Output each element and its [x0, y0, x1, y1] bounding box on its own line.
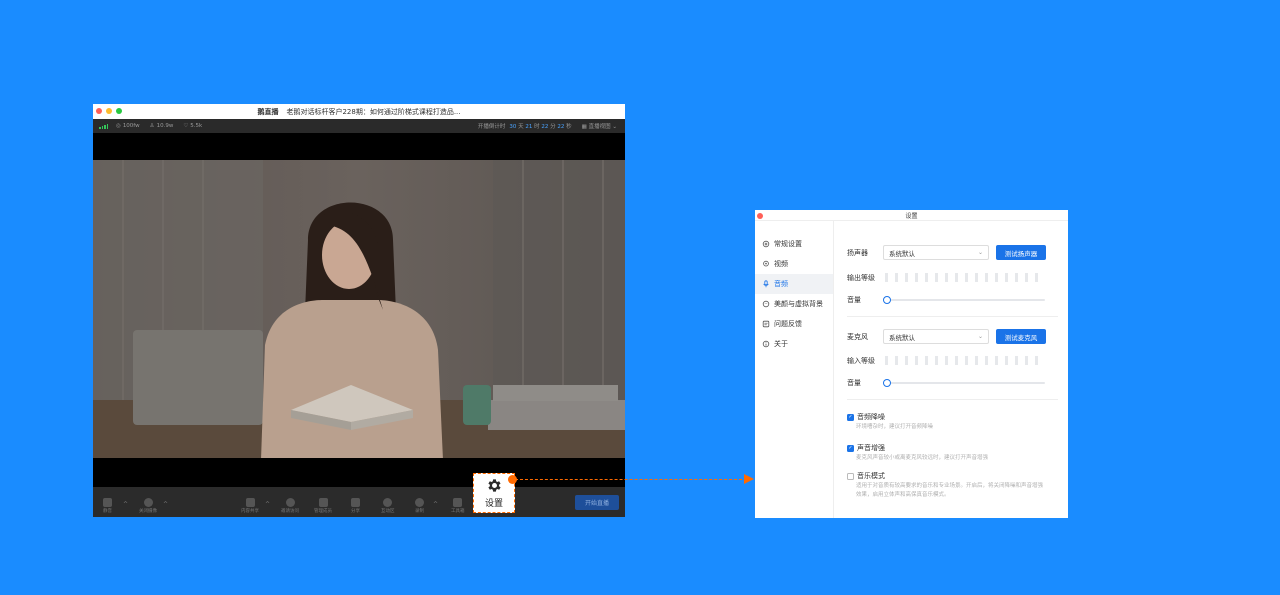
speaker-label: 扬声器	[847, 249, 868, 257]
mic-select[interactable]: 系统默认 ⌄	[883, 329, 989, 344]
mute-button[interactable]: 静音	[103, 498, 112, 514]
layout-icon: ▦	[581, 124, 587, 130]
record-button[interactable]: 录制	[415, 498, 424, 514]
viewers-icon: ♙	[149, 123, 155, 129]
nav-feedback[interactable]: 问题反馈	[755, 314, 833, 334]
manage-members-button[interactable]: 管理成员	[314, 498, 332, 514]
viewers-stat: ♙ 10.9w	[149, 123, 174, 129]
settings-dialog: 设置 常规设置 视频 音频 美颜与虚拟背景 问题反馈 关于 扬声器 系统默认 ⌄…	[755, 210, 1068, 518]
nav-general[interactable]: 常规设置	[755, 234, 833, 254]
output-level-label: 输出等级	[847, 274, 875, 282]
camera-options-caret[interactable]: ^	[163, 501, 168, 508]
dialog-title: 设置	[905, 212, 918, 220]
content-share-button[interactable]: 内容共享	[241, 498, 259, 514]
output-level-meter	[885, 273, 1038, 282]
section-divider	[847, 399, 1058, 400]
camera-icon	[763, 260, 769, 267]
speaker-volume-slider[interactable]	[883, 296, 1045, 304]
section-divider	[847, 316, 1058, 317]
close-dialog-button[interactable]	[757, 213, 763, 219]
noise-reduction-desc: 环境嘈杂时，建议打开音频降噪	[856, 424, 934, 430]
screen-share-icon	[245, 498, 255, 507]
close-window-button[interactable]	[96, 108, 102, 114]
like-icon: ♡	[183, 123, 189, 129]
slider-handle[interactable]	[883, 296, 891, 304]
window-title: 老鹅对话标杆客户228期：如何通过阶梯式课程打造品...	[286, 107, 461, 116]
nav-video[interactable]: 视频	[755, 254, 833, 274]
gear-icon	[487, 479, 501, 492]
checkmark-icon: ✓	[847, 413, 854, 421]
maximize-window-button[interactable]	[116, 108, 122, 114]
gear-icon	[762, 240, 770, 248]
arrow-right-icon	[744, 474, 754, 484]
mic-label: 麦克风	[847, 333, 868, 341]
camera-button[interactable]: 关闭摄像	[139, 498, 157, 514]
toolbox-icon	[453, 498, 463, 507]
window-titlebar: 鹅直播 老鹅对话标杆客户228期：如何通过阶梯式课程打造品...	[93, 104, 625, 119]
voice-enhance-desc: 麦克风声音较小或离麦克风较远时，建议打开声音增强	[856, 455, 989, 461]
bottom-toolbar: 静音 ^ 关闭摄像 ^ 内容共享 ^ 邀请访问 管理成员 分享 互动区 录制 ^…	[93, 487, 625, 517]
speaker-volume-label: 音量	[847, 296, 861, 304]
settings-sidebar: 常规设置 视频 音频 美颜与虚拟背景 问题反馈 关于	[755, 221, 834, 518]
share-arrow-icon	[351, 498, 360, 507]
audio-settings-panel: 扬声器 系统默认 ⌄ 测试扬声器 输出等级 音量 麦克风 系统默认 ⌄ 测试麦克…	[835, 221, 1068, 518]
likes-stat: ♡ 5.5k	[183, 123, 203, 129]
countdown-timer: 30 天 21 时 22 分 22 秒	[509, 124, 572, 130]
countdown-label: 开播倒计时	[477, 124, 506, 130]
chevron-down-icon: ⌄	[977, 333, 983, 340]
toolbox-button[interactable]: 工具箱	[451, 498, 465, 514]
live-window: 鹅直播 老鹅对话标杆客户228期：如何通过阶梯式课程打造品... ◎ 100fw …	[93, 104, 625, 517]
connector-line	[515, 479, 747, 480]
checkmark-icon: ✓	[847, 444, 854, 452]
mute-options-caret[interactable]: ^	[123, 501, 128, 508]
feedback-icon	[762, 320, 770, 328]
chat-icon	[383, 498, 393, 507]
window-controls	[96, 108, 122, 114]
app-name: 鹅直播	[257, 107, 279, 116]
interaction-button[interactable]: 互动区	[381, 498, 395, 514]
input-level-meter	[885, 356, 1038, 365]
share-options-caret[interactable]: ^	[265, 501, 270, 508]
speaker-select[interactable]: 系统默认 ⌄	[883, 245, 989, 260]
record-options-caret[interactable]: ^	[433, 501, 438, 508]
chevron-down-icon: ⌄	[977, 249, 983, 256]
status-right: 开播倒计时 30 天 21 时 22 分 22 秒 ▦ 直播视图 ⌄	[478, 122, 617, 130]
minimize-window-button[interactable]	[106, 108, 112, 114]
chevron-down-icon: ⌄	[612, 124, 617, 130]
input-level-label: 输入等级	[847, 357, 875, 365]
distribute-button[interactable]: 分享	[351, 498, 360, 514]
speed-stat: ◎ 100fw	[116, 123, 140, 129]
slider-handle[interactable]	[883, 379, 891, 387]
presenter-video-image	[93, 160, 625, 458]
user-icon	[285, 498, 295, 507]
video-preview	[93, 160, 625, 458]
mic-volume-label: 音量	[847, 379, 861, 387]
dialog-titlebar: 设置	[755, 210, 1068, 221]
layout-selector[interactable]: ▦ 直播视图 ⌄	[582, 122, 617, 130]
mic-icon	[103, 498, 112, 507]
test-speaker-button[interactable]: 测试扬声器	[996, 245, 1046, 260]
empty-checkbox-icon	[847, 472, 854, 480]
nav-beauty-background[interactable]: 美颜与虚拟背景	[755, 294, 833, 314]
mic-icon	[763, 280, 769, 288]
nav-about[interactable]: 关于	[755, 334, 833, 354]
mic-volume-slider[interactable]	[883, 379, 1045, 387]
live-statusbar: ◎ 100fw ♙ 10.9w ♡ 5.5k 开播倒计时 30 天 21 时 22 分…	[93, 119, 625, 133]
noise-reduction-checkbox[interactable]: ✓ 音频降噪	[847, 412, 885, 422]
test-mic-button[interactable]: 测试麦克风	[996, 329, 1046, 344]
record-icon	[415, 498, 424, 507]
start-live-button[interactable]: 开始直播	[575, 495, 619, 510]
speed-icon: ◎	[116, 123, 121, 129]
info-icon	[762, 340, 770, 348]
nav-audio[interactable]: 音频	[755, 274, 833, 294]
camera-icon	[143, 498, 153, 507]
voice-enhance-checkbox[interactable]: ✓ 声音增强	[847, 443, 885, 453]
beauty-icon	[762, 300, 770, 308]
settings-label: 设置	[484, 499, 503, 509]
users-icon	[318, 498, 328, 507]
invite-button[interactable]: 邀请访问	[281, 498, 299, 514]
signal-icon	[99, 123, 108, 129]
music-mode-desc: 适用于对音质有较高要求的音乐和专业场景。开启后，将关闭降噪和声音增强效果，启用立…	[856, 483, 1044, 498]
music-mode-checkbox[interactable]: 音乐模式	[847, 471, 885, 481]
